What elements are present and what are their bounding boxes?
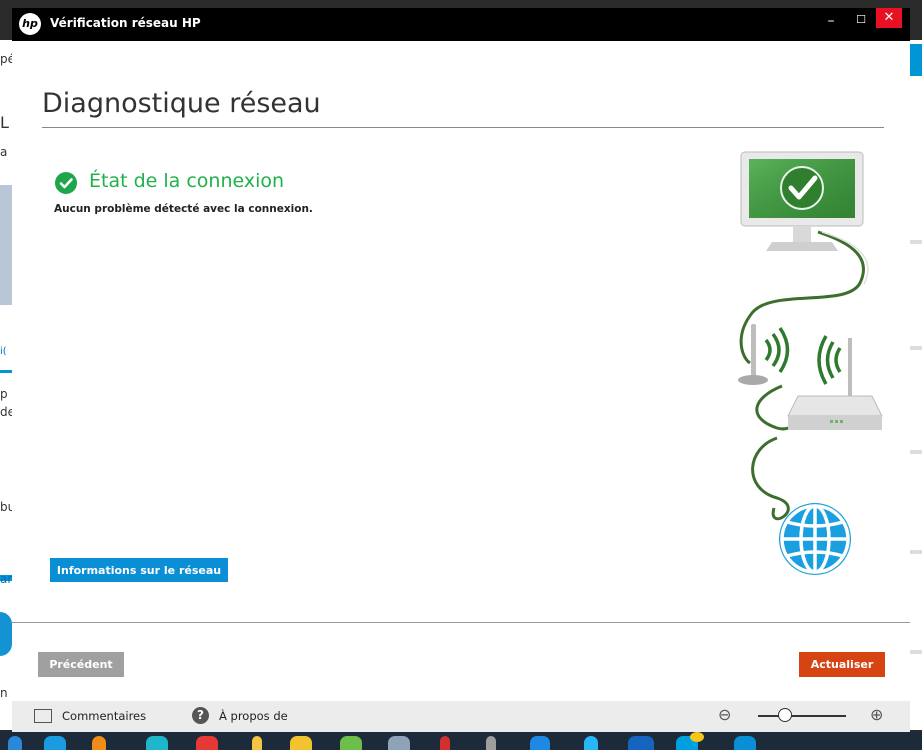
zoom-slider-thumb[interactable] bbox=[778, 708, 792, 722]
minimize-button[interactable]: – bbox=[820, 8, 842, 41]
taskbar-app-icon[interactable] bbox=[440, 736, 450, 750]
connection-status-title: État de la connexion bbox=[89, 170, 285, 192]
taskbar-app-icon[interactable] bbox=[44, 736, 66, 750]
network-check-window: hp Vérification réseau HP – ☐ ✕ Diagnost… bbox=[12, 8, 910, 732]
maximize-button[interactable]: ☐ bbox=[850, 8, 872, 41]
taskbar-app-icon[interactable] bbox=[340, 736, 362, 750]
zoom-in-icon[interactable]: ⊕ bbox=[870, 705, 890, 725]
zoom-slider-track[interactable] bbox=[758, 715, 846, 717]
status-bar: Commentaires ? À propos de ⊖ ⊕ bbox=[12, 701, 910, 732]
feedback-link[interactable]: Commentaires bbox=[62, 709, 146, 723]
background-app-right-strip bbox=[910, 40, 922, 730]
monitor-icon bbox=[740, 151, 864, 251]
taskbar-app-icon[interactable] bbox=[290, 736, 312, 750]
background-app-chat-bubble bbox=[0, 612, 12, 656]
taskbar-app-icon[interactable] bbox=[584, 736, 598, 750]
background-app-divider bbox=[910, 550, 922, 554]
taskbar-app-icon[interactable] bbox=[196, 736, 218, 750]
wifi-adapter-icon bbox=[738, 324, 790, 385]
check-mark-icon bbox=[59, 178, 73, 189]
check-circle-icon bbox=[55, 172, 77, 194]
close-button[interactable]: ✕ bbox=[876, 8, 902, 28]
taskbar-app-icon[interactable] bbox=[146, 736, 168, 750]
background-app-text: i( bbox=[0, 346, 7, 357]
background-app-divider bbox=[910, 240, 922, 244]
background-app-text: ar bbox=[0, 572, 13, 586]
background-app-divider bbox=[910, 450, 922, 454]
taskbar-app-icon[interactable] bbox=[92, 736, 106, 750]
zoom-out-icon[interactable]: ⊖ bbox=[718, 705, 738, 725]
taskbar-app-icon[interactable] bbox=[530, 736, 550, 750]
window-title: Vérification réseau HP bbox=[50, 16, 201, 30]
router-icon bbox=[787, 335, 883, 430]
taskbar-hp-app-icon[interactable] bbox=[734, 736, 756, 750]
taskbar-app-icon[interactable] bbox=[388, 736, 410, 750]
hp-logo-icon: hp bbox=[19, 13, 41, 35]
background-app-divider bbox=[910, 346, 922, 350]
background-app-text: p bbox=[0, 387, 8, 401]
background-app-text: L bbox=[0, 113, 9, 132]
network-illustration bbox=[738, 151, 883, 575]
help-icon[interactable]: ? bbox=[192, 707, 209, 724]
feedback-icon[interactable] bbox=[34, 709, 52, 723]
background-app-text: a bbox=[0, 145, 8, 159]
taskbar-app-icon[interactable] bbox=[252, 736, 262, 750]
title-bar[interactable]: hp Vérification réseau HP – ☐ ✕ bbox=[12, 8, 910, 41]
taskbar-app-icon[interactable] bbox=[628, 736, 654, 750]
previous-button[interactable]: Précédent bbox=[38, 652, 124, 677]
title-divider bbox=[42, 127, 884, 128]
network-info-button[interactable]: Informations sur le réseau bbox=[50, 558, 228, 582]
background-app-button bbox=[910, 44, 922, 76]
background-app-tab-underline bbox=[0, 370, 12, 373]
about-link[interactable]: À propos de bbox=[219, 709, 288, 723]
footer-divider bbox=[12, 622, 910, 623]
refresh-button[interactable]: Actualiser bbox=[799, 652, 885, 677]
taskbar bbox=[0, 732, 922, 750]
background-app-divider bbox=[910, 650, 922, 654]
notification-badge bbox=[690, 732, 704, 742]
background-app-image bbox=[0, 185, 12, 305]
taskbar-app-icon[interactable] bbox=[486, 736, 496, 750]
background-app-text: n bbox=[0, 686, 8, 700]
connection-status-description: Aucun problème détecté avec la connexion… bbox=[54, 203, 313, 215]
page-title: Diagnostique réseau bbox=[42, 88, 321, 119]
globe-icon bbox=[779, 503, 851, 575]
taskbar-app-icon[interactable] bbox=[8, 736, 22, 750]
